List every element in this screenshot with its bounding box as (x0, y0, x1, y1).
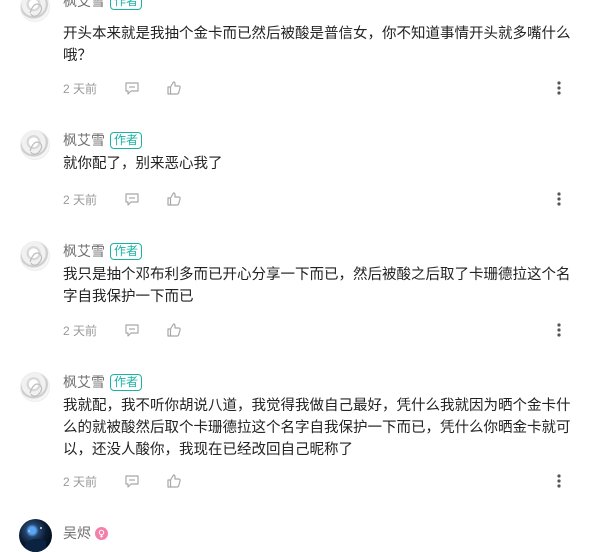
vertical-dots-icon[interactable] (550, 79, 568, 97)
author-avatar[interactable] (20, 130, 50, 160)
comment-text: 我就配，我不听你胡说八道，我觉得我做自己最好，凭什么我就因为晒个金卡什么的就被酸… (63, 398, 571, 458)
author-avatar[interactable] (20, 0, 50, 22)
author-avatar[interactable] (20, 372, 50, 402)
author-name[interactable]: 枫艾雪 (63, 241, 105, 261)
female-badge-icon (95, 526, 108, 540)
thumbs-up-icon[interactable] (165, 472, 183, 490)
thumbs-up-icon[interactable] (165, 190, 183, 208)
comment-bubble-icon[interactable] (123, 79, 141, 97)
comment-text: 开头本来就是我抽个金卡而已然后被酸是普信女，你不知道事情开头就多嘴什么哦？ (63, 26, 571, 64)
comment-bubble-icon[interactable] (123, 472, 141, 490)
author-badge: 作者 (110, 0, 143, 10)
vertical-dots-icon[interactable] (550, 472, 568, 490)
comment-actions: 2 天前 (63, 471, 578, 491)
author-badge: 作者 (110, 242, 143, 260)
vertical-dots-icon[interactable] (550, 190, 568, 208)
author-avatar[interactable] (19, 519, 52, 552)
comment-actions: 2 天前 (63, 78, 578, 98)
comment-bubble-icon[interactable] (123, 321, 141, 339)
thumbs-up-icon[interactable] (165, 321, 183, 339)
author-badge: 作者 (110, 373, 143, 391)
thumbs-up-icon[interactable] (165, 79, 183, 97)
author-name[interactable]: 枫艾雪 (63, 0, 105, 11)
author-name[interactable]: 枫艾雪 (63, 372, 105, 392)
author-name[interactable]: 枫艾雪 (63, 130, 105, 150)
comment-bubble-icon[interactable] (123, 190, 141, 208)
vertical-dots-icon[interactable] (550, 321, 568, 339)
author-name[interactable]: 吴烬 (63, 523, 91, 543)
author-avatar[interactable] (20, 241, 50, 271)
comment-text: 我只是抽个邓布利多而已开心分享一下而已，然后被酸之后取了卡珊德拉这个名字自我保护… (63, 267, 571, 305)
comment-actions: 2 天前 (63, 189, 578, 209)
comment-actions: 2 天前 (63, 320, 578, 340)
comment-time: 2 天前 (63, 192, 98, 207)
comment-time: 2 天前 (63, 81, 98, 96)
comment-text: 就你配了，别来恶心我了 (63, 156, 223, 172)
author-badge: 作者 (110, 131, 143, 149)
comment-time: 2 天前 (63, 323, 98, 338)
comment-time: 2 天前 (63, 474, 98, 489)
